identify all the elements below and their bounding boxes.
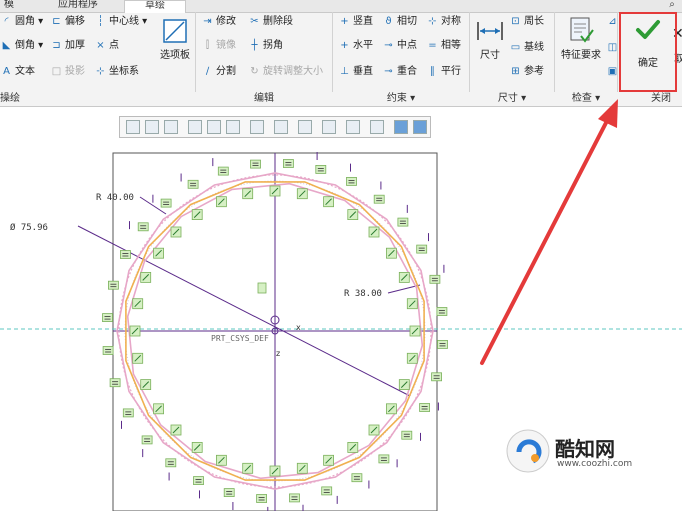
equal-constraint-marker [282,159,294,168]
equal-constraint-marker [289,493,300,503]
dim-r40: R 40.00 [96,193,134,203]
equal-constraint-marker [122,408,134,418]
equal-constraint-marker [102,346,114,355]
equal-constraint-marker [419,403,431,412]
dim-diameter: Ø 75.96 [10,222,48,233]
equal-constraint-marker [437,339,448,349]
dim-r38: R 38.00 [344,289,382,299]
equal-constraint-marker [436,307,448,316]
watermark-url: www.coozhi.com [557,459,633,469]
axis-z-label: z [276,349,280,358]
watermark: 酷知网 www.coozhi.com [505,425,645,477]
equal-constraint-marker [217,166,229,176]
watermark-brand: 酷知网 [555,437,615,461]
equal-constraint-marker [431,372,443,382]
red-arrow-shaft [480,115,611,365]
equal-constraint-marker [109,378,121,388]
equal-constraint-marker [137,222,149,232]
axis-x-label: x [296,323,301,332]
equal-constraint-marker [193,476,204,486]
equal-constraint-marker [256,494,268,503]
red-arrow-head [598,99,618,128]
equal-constraint-marker [120,250,131,259]
equal-constraint-marker [378,454,390,464]
csys-label: PRT_CSYS_DEF [211,334,269,343]
equal-constraint-marker [141,435,153,445]
equal-constraint-marker [351,473,363,483]
equal-constraint-marker [429,274,441,284]
equal-constraint-marker [346,176,357,186]
center-marker [257,282,267,294]
equal-constraint-marker [321,486,333,496]
equal-constraint-marker [373,194,385,204]
equal-constraint-marker [165,458,177,468]
equal-constraint-marker [223,488,235,498]
equal-constraint-marker [250,159,261,169]
equal-constraint-marker [160,198,172,208]
watermark-logo-icon [506,429,550,473]
equal-constraint-marker [416,244,428,254]
equal-constraint-marker [315,164,327,174]
equal-constraint-marker [397,217,409,227]
equal-constraint-marker [108,280,119,290]
equal-constraint-marker [401,430,413,440]
equal-constraint-marker [102,313,113,323]
equal-constraint-marker [187,179,199,189]
